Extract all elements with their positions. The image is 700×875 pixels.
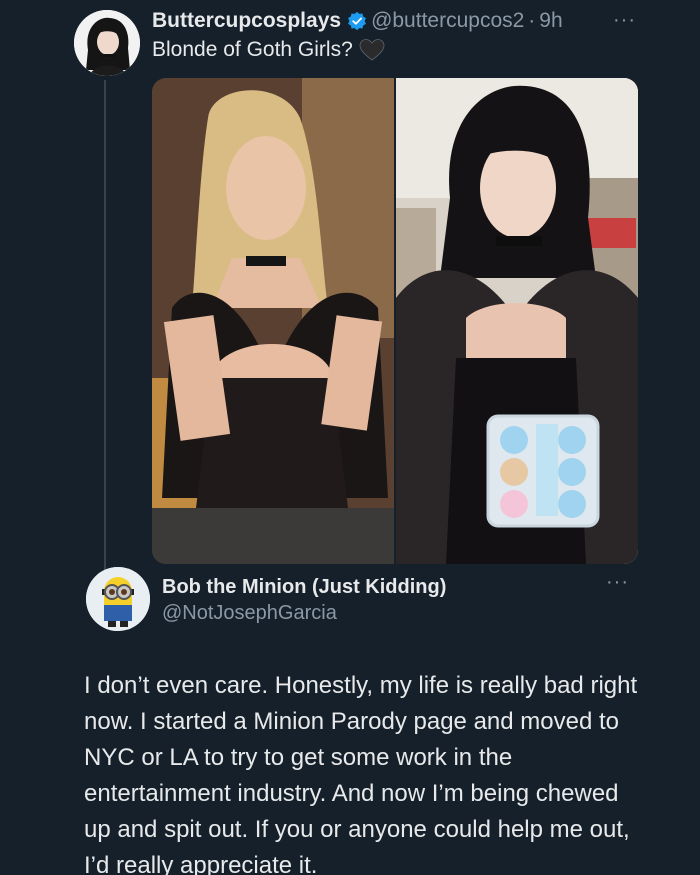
author-avatar[interactable]	[74, 10, 140, 76]
original-post-text-row: Blonde of Goth Girls?	[152, 38, 385, 62]
author-handle[interactable]: @buttercupcos2	[371, 9, 524, 33]
reply-text: I don’t even care. Honestly, my life is …	[84, 672, 638, 875]
blonde-woman-photo[interactable]	[152, 78, 394, 564]
black-heart-icon	[359, 38, 385, 62]
more-options-icon[interactable]: ···	[613, 10, 636, 30]
reply-display-name[interactable]: Bob the Minion (Just Kidding)	[162, 574, 446, 600]
author-display-name[interactable]: Buttercupcosplays	[152, 9, 341, 33]
reply-header: Bob the Minion (Just Kidding) @NotJoseph…	[162, 574, 446, 626]
reply-author-avatar[interactable]	[86, 567, 150, 631]
original-post-header: Buttercupcosplays @buttercupcos2 · 9h	[152, 8, 660, 34]
original-post-text: Blonde of Goth Girls?	[152, 38, 353, 61]
minion-avatar-icon	[86, 567, 150, 631]
tweet-thread: Buttercupcosplays @buttercupcos2 · 9h ··…	[0, 0, 700, 875]
goth-woman-photo[interactable]	[396, 78, 638, 564]
thread-connector-line	[104, 80, 106, 570]
separator-dot: ·	[528, 9, 536, 32]
post-timestamp[interactable]: 9h	[539, 9, 562, 33]
avatar-portrait-icon	[74, 10, 140, 76]
verified-badge-icon	[347, 11, 367, 31]
reply-handle[interactable]: @NotJosephGarcia	[162, 600, 446, 626]
post-media-grid[interactable]	[152, 78, 638, 564]
reply-more-options-icon[interactable]: ···	[606, 572, 629, 592]
